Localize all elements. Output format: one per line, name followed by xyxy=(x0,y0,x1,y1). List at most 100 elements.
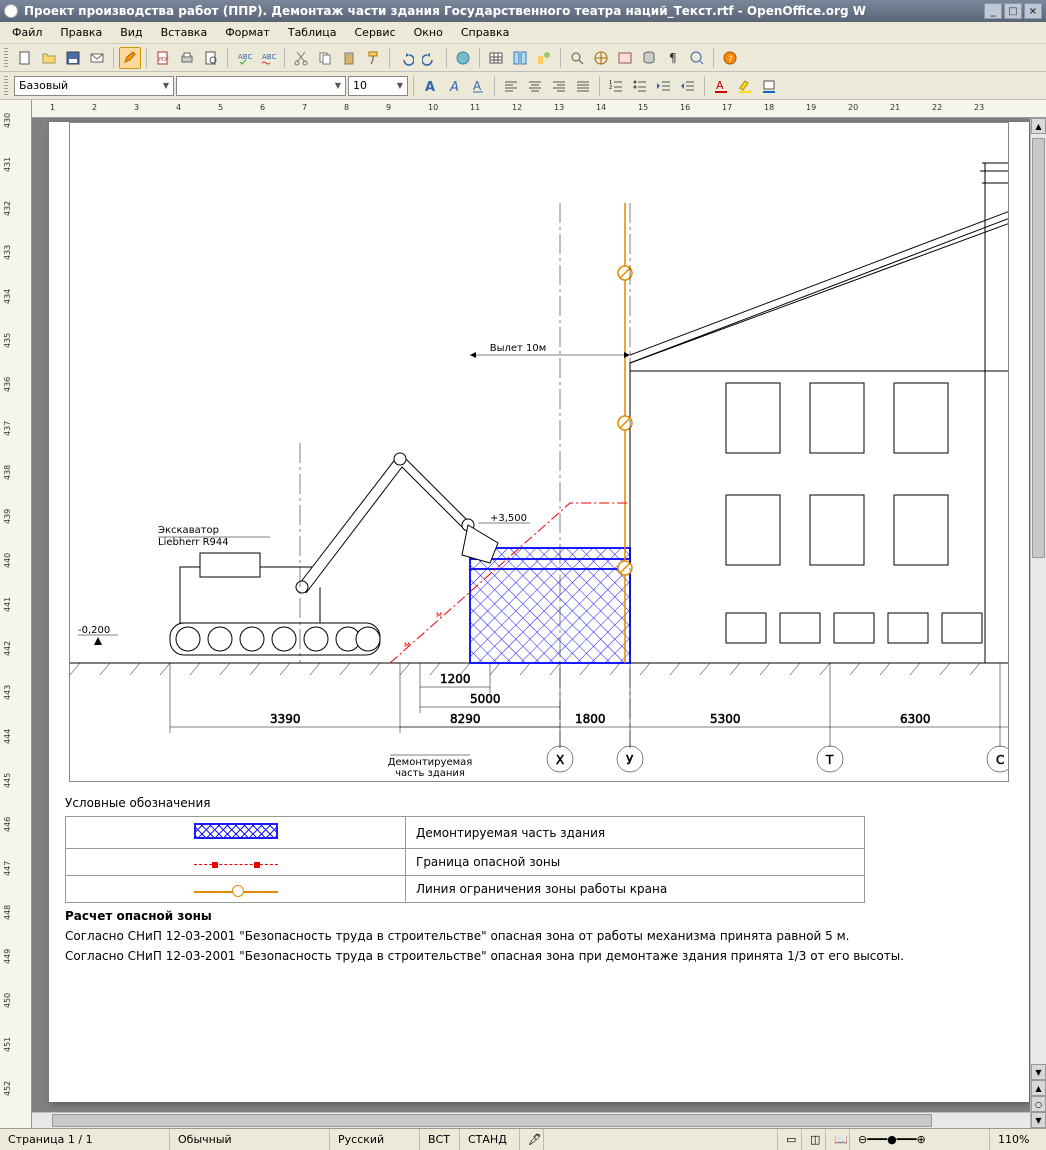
svg-text:У: У xyxy=(626,753,634,767)
menu-view[interactable]: Вид xyxy=(112,24,150,41)
print-preview-button[interactable] xyxy=(200,47,222,69)
toolbar-grip[interactable] xyxy=(4,76,8,96)
scroll-down-button[interactable]: ▼ xyxy=(1031,1064,1046,1080)
find-button[interactable] xyxy=(566,47,588,69)
menu-help[interactable]: Справка xyxy=(453,24,517,41)
help-button[interactable]: ? xyxy=(719,47,741,69)
calc-p1: Согласно СНиП 12-03-2001 "Безопасность т… xyxy=(65,929,1013,943)
status-sig-icon[interactable]: 🖋 xyxy=(520,1129,544,1150)
font-color-button[interactable]: A xyxy=(710,75,732,97)
scroll-up-button[interactable]: ▲ xyxy=(1031,118,1046,134)
svg-text:ABC: ABC xyxy=(262,53,276,61)
vertical-scrollbar[interactable]: ▲ ▼ ▲ ○ ▼ xyxy=(1030,118,1046,1128)
menu-table[interactable]: Таблица xyxy=(280,24,345,41)
hyperlink-button[interactable] xyxy=(452,47,474,69)
table-button[interactable] xyxy=(485,47,507,69)
maximize-button[interactable]: □ xyxy=(1004,3,1022,19)
increase-indent-button[interactable] xyxy=(677,75,699,97)
bullet-list-button[interactable] xyxy=(629,75,651,97)
demolish-label: Демонтируемаячасть здания xyxy=(388,757,473,779)
bold-button[interactable]: A xyxy=(419,75,441,97)
hatch-symbol xyxy=(194,823,278,839)
style-combo[interactable]: Базовый▼ xyxy=(14,76,174,96)
menu-format[interactable]: Формат xyxy=(217,24,278,41)
close-button[interactable]: × xyxy=(1024,3,1042,19)
datasources-button[interactable] xyxy=(638,47,660,69)
svg-text:С: С xyxy=(996,753,1004,767)
paste-button[interactable] xyxy=(338,47,360,69)
status-view3-icon[interactable]: 📖 xyxy=(826,1129,850,1150)
format-paint-button[interactable] xyxy=(362,47,384,69)
status-ins[interactable]: ВСТ xyxy=(420,1129,460,1150)
save-button[interactable] xyxy=(62,47,84,69)
document-area[interactable]: м м xyxy=(32,118,1046,1128)
gallery-button[interactable] xyxy=(614,47,636,69)
minimize-button[interactable]: _ xyxy=(984,3,1002,19)
email-button[interactable] xyxy=(86,47,108,69)
menu-tools[interactable]: Сервис xyxy=(347,24,404,41)
underline-button[interactable]: A xyxy=(467,75,489,97)
horizontal-scrollbar[interactable] xyxy=(32,1112,1030,1128)
menu-insert[interactable]: Вставка xyxy=(153,24,216,41)
bg-color-button[interactable] xyxy=(758,75,780,97)
scroll-thumb[interactable] xyxy=(1032,138,1045,558)
svg-text:5300: 5300 xyxy=(710,712,741,726)
nav-select-button[interactable]: ○ xyxy=(1031,1096,1046,1112)
nav-next-button[interactable]: ▼ xyxy=(1031,1112,1046,1128)
new-doc-button[interactable] xyxy=(14,47,36,69)
nav-prev-button[interactable]: ▲ xyxy=(1031,1080,1046,1096)
zoom-button[interactable] xyxy=(686,47,708,69)
spellcheck-button[interactable]: ABC xyxy=(233,47,255,69)
navigator-button[interactable] xyxy=(590,47,612,69)
drawing-button[interactable] xyxy=(533,47,555,69)
redo-button[interactable] xyxy=(419,47,441,69)
pdf-export-button[interactable]: PDF xyxy=(152,47,174,69)
svg-text:Х: Х xyxy=(556,753,564,767)
italic-button[interactable]: A xyxy=(443,75,465,97)
align-justify-button[interactable] xyxy=(572,75,594,97)
status-view1-icon[interactable]: ▭ xyxy=(778,1129,802,1150)
menu-window[interactable]: Окно xyxy=(406,24,451,41)
toolbar-grip[interactable] xyxy=(4,48,8,68)
edit-button[interactable] xyxy=(119,47,141,69)
svg-text:м: м xyxy=(404,640,410,649)
legend-row-text: Граница опасной зоны xyxy=(406,849,865,876)
undo-button[interactable] xyxy=(395,47,417,69)
app-icon xyxy=(4,4,18,18)
open-button[interactable] xyxy=(38,47,60,69)
svg-text:2: 2 xyxy=(609,85,612,91)
window-titlebar: Проект производства работ (ППР). Демонта… xyxy=(0,0,1046,22)
embedded-drawing: м м xyxy=(69,122,1009,782)
font-name-combo[interactable]: ▼ xyxy=(176,76,346,96)
hscroll-thumb[interactable] xyxy=(52,1114,932,1127)
svg-text:м: м xyxy=(436,610,442,619)
highlight-button[interactable] xyxy=(734,75,756,97)
columns-button[interactable] xyxy=(509,47,531,69)
font-size-combo[interactable]: 10▼ xyxy=(348,76,408,96)
status-zoom[interactable]: 110% xyxy=(990,1129,1046,1150)
svg-text:PDF: PDF xyxy=(159,57,169,63)
status-lang: Русский xyxy=(330,1129,420,1150)
svg-text:8290: 8290 xyxy=(450,712,481,726)
align-left-button[interactable] xyxy=(500,75,522,97)
align-center-button[interactable] xyxy=(524,75,546,97)
svg-text:5000: 5000 xyxy=(470,692,501,706)
cut-button[interactable] xyxy=(290,47,312,69)
svg-text:6300: 6300 xyxy=(900,712,931,726)
status-view2-icon[interactable]: ◫ xyxy=(802,1129,826,1150)
menu-file[interactable]: Файл xyxy=(4,24,50,41)
status-page: Страница 1 / 1 xyxy=(0,1129,170,1150)
copy-button[interactable] xyxy=(314,47,336,69)
print-button[interactable] xyxy=(176,47,198,69)
status-std[interactable]: СТАНД xyxy=(460,1129,520,1150)
vertical-ruler: 4304314324334344354364374384394404414424… xyxy=(0,100,32,1128)
numbered-list-button[interactable]: 12 xyxy=(605,75,627,97)
decrease-indent-button[interactable] xyxy=(653,75,675,97)
status-zoom-slider[interactable]: ⊖━━━●━━━⊕ xyxy=(850,1129,990,1150)
legend-row-text: Линия ограничения зоны работы крана xyxy=(406,876,865,903)
menu-edit[interactable]: Правка xyxy=(52,24,110,41)
nonprint-button[interactable]: ¶ xyxy=(662,47,684,69)
document-page: м м xyxy=(49,122,1029,1102)
align-right-button[interactable] xyxy=(548,75,570,97)
autospell-button[interactable]: ABC xyxy=(257,47,279,69)
